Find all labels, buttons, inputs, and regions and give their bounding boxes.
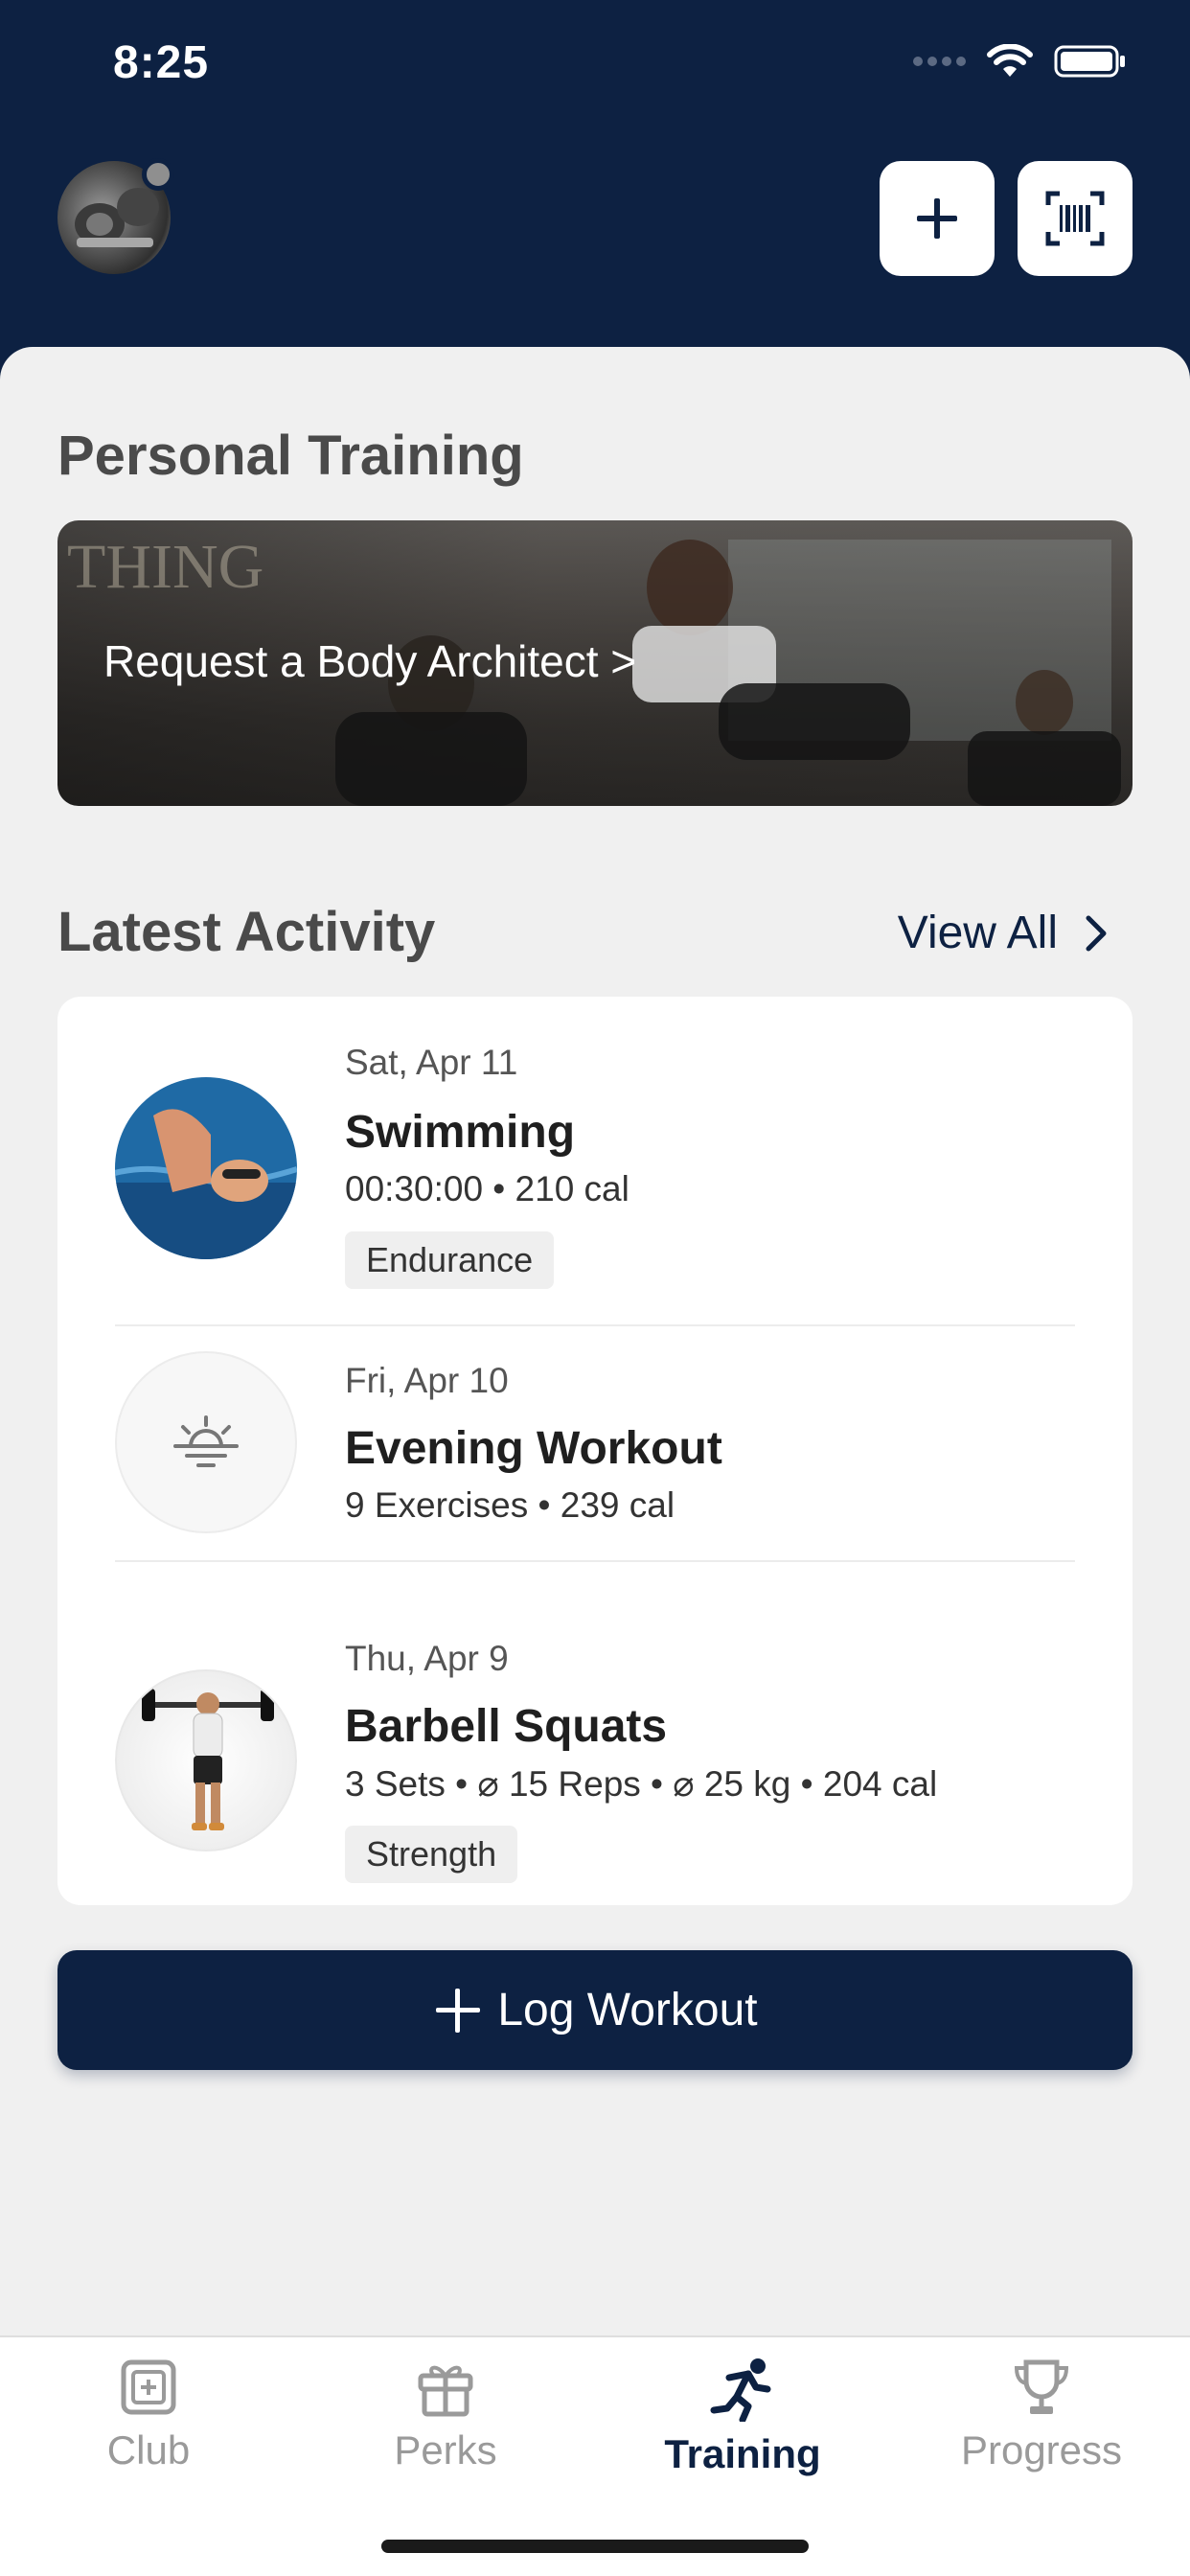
- chevron-right-icon: [1086, 915, 1107, 951]
- gift-icon: [418, 2365, 473, 2417]
- svg-text:THING: THING: [67, 532, 263, 602]
- add-button[interactable]: [880, 161, 995, 276]
- trophy-icon: [1014, 2359, 1069, 2414]
- personal-training-title: Personal Training: [57, 425, 524, 487]
- avatar-status-dot: [142, 158, 174, 191]
- activity-tag: Strength: [345, 1826, 518, 1883]
- activity-row-swimming[interactable]: Sat, Apr 11 Swimming 00:30:00 • 210 cal …: [57, 997, 1133, 1324]
- wifi-icon: [987, 44, 1033, 77]
- personal-training-banner[interactable]: THING Request a Body Architect >: [57, 520, 1133, 806]
- battery-icon: [1054, 45, 1125, 78]
- signal-icon: [913, 57, 966, 66]
- activity-tag: Endurance: [345, 1231, 555, 1289]
- activity-card: Sat, Apr 11 Swimming 00:30:00 • 210 cal …: [57, 997, 1133, 1905]
- top-header: 8:25: [0, 0, 1190, 383]
- sunset-icon: [173, 1415, 239, 1467]
- activity-row-barbell-squats[interactable]: Thu, Apr 9 Barbell Squats 3 Sets • ⌀ 15 …: [57, 1562, 1133, 1903]
- activity-title: Barbell Squats: [345, 1701, 668, 1752]
- running-icon: [710, 2358, 771, 2422]
- status-time: 8:25: [113, 37, 210, 88]
- status-icons: [913, 44, 1127, 79]
- swimming-thumbnail: [115, 1077, 297, 1259]
- latest-activity-title: Latest Activity: [57, 901, 436, 963]
- log-workout-button[interactable]: Log Workout: [57, 1950, 1133, 2070]
- barcode-scan-icon: [1045, 191, 1105, 246]
- scan-button[interactable]: [1018, 161, 1133, 276]
- activity-meta: 3 Sets • ⌀ 15 Reps • ⌀ 25 kg • 204 cal: [345, 1764, 938, 1804]
- activity-row-evening-workout[interactable]: Fri, Apr 10 Evening Workout 9 Exercises …: [57, 1326, 1133, 1560]
- activity-date: Fri, Apr 10: [345, 1361, 509, 1400]
- club-icon: [121, 2359, 176, 2415]
- view-all-label: View All: [897, 908, 1058, 958]
- evening-thumbnail: [115, 1351, 297, 1533]
- squats-thumbnail: [115, 1669, 297, 1852]
- tab-label: Progress: [960, 2427, 1123, 2472]
- tab-label: Perks: [394, 2427, 497, 2472]
- plus-icon: [917, 198, 957, 239]
- activity-date: Sat, Apr 11: [345, 1043, 518, 1082]
- activity-meta: 9 Exercises • 239 cal: [345, 1485, 675, 1525]
- tab-perks[interactable]: Perks: [302, 2357, 589, 2473]
- tab-progress[interactable]: Progress: [898, 2357, 1185, 2473]
- activity-date: Thu, Apr 9: [345, 1639, 509, 1678]
- tab-training[interactable]: Training: [599, 2357, 886, 2477]
- tab-label: Club: [106, 2427, 191, 2472]
- activity-meta: 00:30:00 • 210 cal: [345, 1169, 629, 1208]
- tab-club[interactable]: Club: [5, 2357, 292, 2473]
- activity-title: Swimming: [345, 1107, 576, 1158]
- view-all-link[interactable]: View All: [898, 907, 1108, 959]
- tab-label: Training: [664, 2431, 821, 2476]
- log-workout-label: Log Workout: [497, 1985, 758, 2036]
- plus-icon: [436, 1988, 481, 2033]
- banner-label: Request a Body Architect >: [103, 636, 637, 686]
- home-indicator: [381, 2540, 809, 2553]
- activity-title: Evening Workout: [345, 1423, 722, 1474]
